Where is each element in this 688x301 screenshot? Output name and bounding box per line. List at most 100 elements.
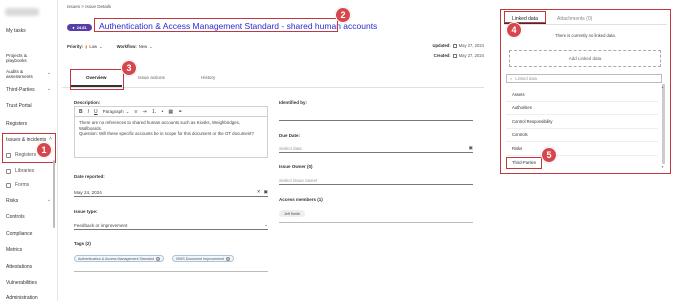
breadcrumb-current: Issue Details [85, 4, 111, 9]
members-underline [279, 222, 473, 223]
add-linked-data-button[interactable]: Add Linked data [509, 50, 661, 67]
underline-icon[interactable]: U [94, 109, 98, 115]
issue-owner-label: Issue Owner (0) [279, 164, 313, 169]
date-reported-label: Date reported: [74, 174, 105, 179]
list-item[interactable]: Controls [512, 132, 528, 137]
chevron-down-icon[interactable]: ⌄ [47, 197, 51, 203]
sidebar-item-projects[interactable]: Projects & playbooks [6, 53, 42, 63]
tabs-divider [62, 87, 484, 88]
priority-flag-icon: ▮ [85, 44, 88, 49]
linked-data-search-input[interactable]: ⌕ Linked data [506, 74, 662, 83]
updated-meta: Updated: May 27, 2024 [432, 43, 484, 48]
tags-label: Tags (2) [74, 241, 91, 246]
clear-icon[interactable]: ✕ [257, 189, 261, 195]
list-item[interactable]: Risks [512, 146, 522, 151]
org-logo [5, 8, 39, 16]
identified-by-input[interactable] [279, 112, 473, 121]
sidebar-item-my-tasks[interactable]: My tasks [6, 28, 26, 34]
due-date-input[interactable]: Select date ▣ [279, 144, 473, 153]
sidebar-item-administration[interactable]: Administration [6, 295, 38, 301]
calendar-icon[interactable]: ▣ [264, 189, 268, 195]
workflow-field[interactable]: Workflow: New ⌄ [117, 44, 153, 49]
sidebar-item-risks[interactable]: Risks [6, 198, 18, 204]
sidebar-item-controls[interactable]: Controls [6, 214, 25, 220]
issue-owner-input[interactable]: Select issue owner [279, 176, 473, 185]
remove-tag-icon[interactable]: × [156, 256, 161, 261]
calendar-icon[interactable]: ▣ [469, 145, 473, 151]
tabs-divider [504, 24, 667, 25]
sidebar-subitem-forms[interactable]: Forms [6, 182, 29, 188]
annotation-box-5 [506, 157, 542, 169]
no-linked-data-message: There is currently no linked data. [555, 33, 616, 38]
annotation-marker-5: 5 [541, 147, 557, 163]
calendar-icon [452, 43, 457, 48]
link-icon[interactable]: ⚭ [178, 109, 182, 115]
date-reported-input[interactable]: May 24, 2024 ✕ ▣ [74, 188, 268, 197]
search-icon: ⌕ [510, 76, 513, 81]
table-icon[interactable]: ▦ [168, 109, 173, 115]
sidebar-item-metrics[interactable]: Metrics [6, 247, 22, 253]
annotation-marker-1: 1 [36, 142, 52, 158]
remove-tag-icon[interactable]: × [226, 256, 231, 261]
description-label: Description: [74, 100, 101, 105]
chevron-down-icon[interactable]: ⌄ [47, 70, 51, 76]
sidebar-item-third-parties[interactable]: Third-Parties [6, 87, 35, 93]
indent-icon[interactable]: ⇥ [142, 109, 146, 115]
chevron-down-icon: ⌄ [125, 108, 130, 114]
annotation-marker-2: 2 [335, 7, 351, 23]
description-editor[interactable]: B I U Paragraph ⌄ ≡ ⇥ ⒈ • ▦ ⚭ There are … [74, 106, 268, 158]
numbered-list-icon[interactable]: ⒈ [152, 108, 157, 115]
paragraph-select[interactable]: Paragraph ⌄ [103, 109, 130, 115]
sidebar-scrollbar[interactable] [53, 160, 55, 228]
italic-icon[interactable]: I [88, 109, 89, 115]
list-scrollbar[interactable] [662, 84, 665, 164]
annotation-box-3 [70, 69, 124, 90]
bold-icon[interactable]: B [79, 109, 83, 115]
issue-type-label: Issue type: [74, 209, 98, 214]
align-icon[interactable]: ≡ [134, 109, 137, 115]
issue-icon: ● [72, 25, 75, 30]
breadcrumb-root[interactable]: Issues [67, 4, 80, 9]
sidebar-item-trust-portal[interactable]: Trust Portal [6, 103, 32, 109]
chevron-down-icon: ⌄ [149, 44, 153, 49]
sidebar-item-compliance[interactable]: Compliance [6, 231, 32, 237]
sidebar-item-registers[interactable]: Registers [6, 121, 27, 127]
tab-attachments[interactable]: Attachments (0) [557, 16, 592, 22]
library-icon [6, 168, 11, 174]
annotation-box-4 [504, 11, 546, 23]
identified-by-label: Identified by: [279, 100, 307, 105]
tag-chip[interactable]: Authentication & Access Management Stand… [74, 255, 165, 262]
tags-underline [74, 271, 268, 272]
sidebar-subitem-libraries[interactable]: Libraries [6, 168, 34, 174]
access-members-label: Access members (1) [279, 197, 323, 202]
issue-id-badge: ● 24.81 [67, 24, 92, 31]
calendar-icon [452, 53, 457, 58]
scroll-up-icon[interactable]: ▲ [661, 85, 664, 89]
annotation-box-2 [94, 18, 338, 32]
access-member-chip[interactable]: Jeff Smith [279, 210, 305, 217]
annotation-marker-4: 4 [506, 22, 522, 38]
issue-type-select[interactable]: Feedback or improvement ⌄ [74, 221, 268, 230]
tab-issue-actions[interactable]: Issue actions [138, 75, 165, 80]
sidebar-item-audits[interactable]: Audits & assessments [6, 69, 46, 79]
due-date-label: Due Date: [279, 133, 301, 138]
tab-history[interactable]: History [201, 75, 215, 80]
annotation-marker-3: 3 [121, 60, 137, 76]
linked-data-panel: Linked data Attachments (0) There is cur… [500, 9, 671, 174]
description-content[interactable]: There are no references to shared human … [75, 117, 267, 140]
list-item[interactable]: Assets [512, 92, 525, 97]
priority-field[interactable]: Priority: ▮ Low ⌄ [67, 44, 103, 49]
form-icon [6, 182, 11, 188]
bullet-list-icon[interactable]: • [162, 109, 164, 115]
sidebar-item-vulnerabilities[interactable]: Vulnerabilities [6, 280, 37, 286]
issue-fields: Priority: ▮ Low ⌄ Workflow: New ⌄ [67, 44, 153, 49]
editor-toolbar: B I U Paragraph ⌄ ≡ ⇥ ⒈ • ▦ ⚭ [75, 107, 267, 117]
list-item[interactable]: Control Responsibility [512, 119, 553, 124]
tag-chip[interactable]: ISMS Document Improvement × [172, 255, 235, 262]
scroll-down-icon[interactable]: ▼ [661, 165, 664, 169]
chevron-down-icon: ⌄ [99, 44, 103, 49]
chevron-down-icon[interactable]: ⌄ [47, 86, 51, 92]
sidebar-item-attestations[interactable]: Attestations [6, 264, 32, 270]
list-item[interactable]: Authorities [512, 105, 532, 110]
breadcrumb: Issues > Issue Details [67, 4, 111, 9]
